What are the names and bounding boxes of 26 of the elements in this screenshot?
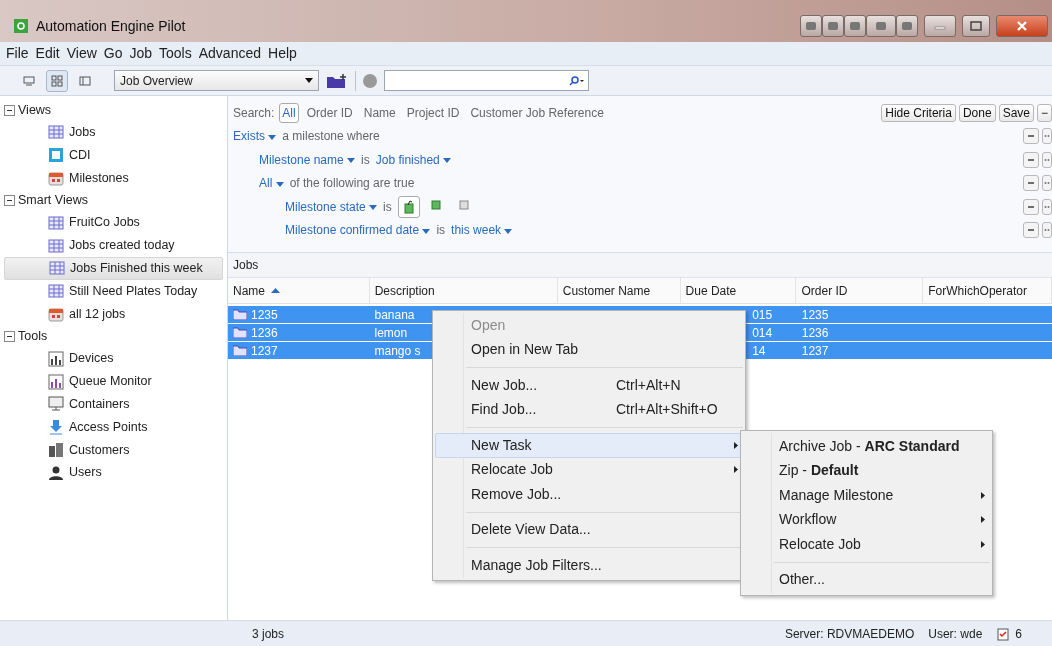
task-count: 6: [1015, 625, 1022, 643]
table-cell: lemon: [374, 324, 408, 341]
table-cell: 1237: [251, 342, 278, 359]
table-cell: 1235: [801, 306, 829, 323]
job-count: 3 jobs: [252, 625, 285, 643]
criteria-text: of the following are true: [289, 175, 415, 193]
table-cell: banana: [374, 306, 415, 323]
shortcut-text: Ctrl+Alt+N: [616, 375, 681, 395]
table-cell: 015: [752, 306, 773, 323]
search-label: Search:: [233, 104, 275, 122]
table-cell: 1236: [801, 324, 829, 341]
server-label: Server: RDVMAEDEMO: [784, 625, 915, 643]
panel-title: Jobs: [233, 257, 259, 274]
criteria-text: is: [361, 151, 370, 169]
table-cell: 1235: [251, 306, 278, 323]
table-cell: mango s: [374, 342, 421, 359]
window-title: Automation Engine Pilot: [36, 16, 186, 36]
table-cell: 1237: [801, 342, 829, 359]
criteria-text: is: [383, 198, 392, 216]
criteria-text: is: [436, 222, 446, 240]
user-label: User: wde: [928, 625, 983, 643]
shortcut-text: Ctrl+Alt+Shift+O: [616, 400, 718, 420]
table-cell: 14: [752, 342, 766, 359]
criteria-text: a milestone where: [282, 128, 380, 146]
table-cell: 1236: [251, 324, 278, 341]
table-cell: 014: [752, 324, 773, 341]
